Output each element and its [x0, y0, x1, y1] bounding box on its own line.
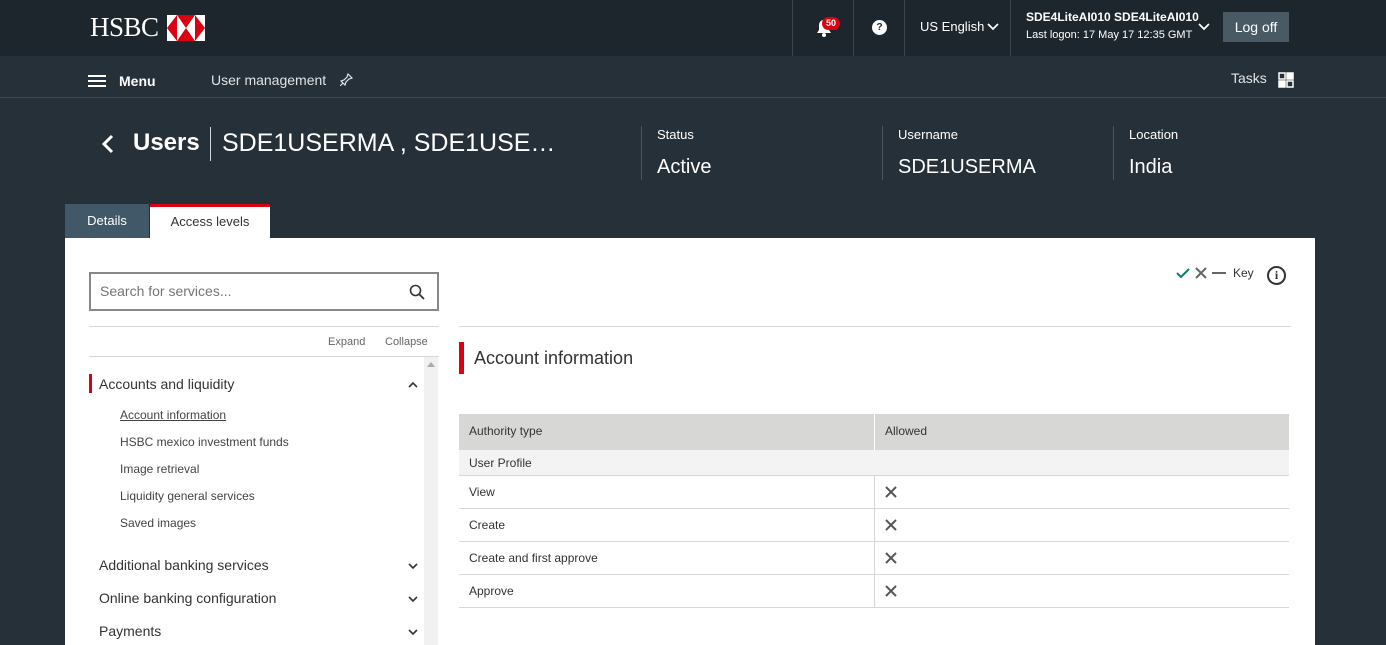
location-label: Location: [1129, 127, 1179, 142]
cell-divider: [874, 509, 875, 541]
topbar-divider: [792, 0, 793, 56]
cell-divider: [874, 575, 875, 607]
permission-key: Key: [1176, 266, 1254, 280]
current-page-label: User management: [211, 72, 327, 88]
tree-item-saved-images[interactable]: Saved images: [120, 516, 196, 530]
topbar-divider: [904, 0, 905, 56]
not-allowed-icon: [885, 519, 897, 531]
menu-label: Menu: [119, 73, 156, 89]
tree-category-accounts-and-liquidity[interactable]: Accounts and liquidity: [89, 374, 425, 396]
category-label: Online banking configuration: [99, 590, 277, 606]
menu-button[interactable]: Menu: [88, 72, 156, 90]
cross-icon: [1195, 267, 1207, 279]
tree-item-image-retrieval[interactable]: Image retrieval: [120, 462, 199, 476]
topbar-divider: [1010, 0, 1011, 56]
help-icon[interactable]: ?: [872, 20, 887, 35]
check-icon: [1176, 268, 1190, 279]
category-label: Additional banking services: [99, 557, 269, 573]
status-value: Active: [657, 156, 712, 178]
not-allowed-icon: [885, 585, 897, 597]
location-value: India: [1129, 156, 1173, 178]
table-row: Create and first approve: [459, 542, 1289, 575]
tree-scrollbar[interactable]: [424, 357, 438, 645]
chevron-up-icon[interactable]: [407, 379, 419, 391]
authority-type-cell: Create: [469, 518, 506, 532]
status-field: Status Active: [641, 126, 711, 180]
active-category-indicator: [89, 374, 92, 393]
last-logon: Last logon: 17 May 17 12:35 GMT: [1026, 29, 1193, 41]
chevron-down-icon[interactable]: [1197, 20, 1211, 34]
hsbc-logo[interactable]: HSBC: [90, 12, 205, 43]
authority-type-cell: Create and first approve: [469, 551, 598, 565]
top-bar: HSBC 50 ? US English SDE4LiteAI010 SDE4L…: [0, 0, 1386, 56]
tree-category-online-banking-configuration[interactable]: Online banking configuration: [89, 590, 425, 610]
notification-badge: 50: [822, 17, 841, 30]
topbar-divider: [853, 0, 854, 56]
access-levels-panel: Expand Collapse Accounts and liquidity A…: [65, 238, 1315, 645]
cell-divider: [874, 542, 875, 574]
table-row: View: [459, 476, 1289, 509]
section-indicator: [459, 342, 464, 374]
hsbc-hexagon-icon: [166, 14, 205, 41]
tasks-label[interactable]: Tasks: [1231, 70, 1267, 86]
username-label: Username: [898, 127, 958, 142]
chevron-down-icon[interactable]: [407, 593, 419, 605]
page-section-title[interactable]: Users: [133, 129, 200, 157]
not-allowed-icon: [885, 486, 897, 498]
category-label: Payments: [99, 623, 162, 639]
table-group-row: User Profile: [459, 450, 1289, 476]
category-label: Accounts and liquidity: [99, 376, 235, 392]
column-header-allowed: Allowed: [885, 424, 928, 438]
chevron-down-icon[interactable]: [407, 560, 419, 572]
service-search: [89, 272, 439, 311]
table-header: Authority type Allowed: [459, 414, 1289, 450]
expand-link[interactable]: Expand: [328, 336, 365, 348]
user-name[interactable]: SDE4LiteAI010 SDE4LiteAI010: [1026, 10, 1199, 24]
language-selector[interactable]: US English: [920, 19, 984, 34]
tree-category-additional-banking-services[interactable]: Additional banking services: [89, 557, 425, 577]
permissions-table: Authority type Allowed User Profile View…: [459, 414, 1289, 608]
tasks-icon[interactable]: [1278, 72, 1294, 88]
not-allowed-icon: [885, 552, 897, 564]
username-value: SDE1USERMA: [898, 156, 1036, 178]
header-divider: [210, 127, 211, 161]
cell-divider: [874, 476, 875, 508]
chevron-down-icon[interactable]: [407, 626, 419, 638]
tree-item-account-information[interactable]: Account information: [120, 408, 226, 422]
info-icon[interactable]: i: [1267, 266, 1286, 285]
brand-name: HSBC: [90, 12, 159, 42]
pin-icon[interactable]: [340, 73, 353, 86]
table-row: Create: [459, 509, 1289, 542]
tree-item-liquidity-general-services[interactable]: Liquidity general services: [120, 489, 255, 503]
search-input[interactable]: [100, 283, 390, 299]
key-label: Key: [1233, 266, 1254, 280]
tab-access-levels[interactable]: Access levels: [150, 204, 270, 238]
log-off-button[interactable]: Log off: [1223, 12, 1289, 42]
tree-item-hsbc-mexico-investment-funds[interactable]: HSBC mexico investment funds: [120, 435, 289, 449]
section-title: Account information: [474, 348, 634, 368]
secondary-nav: Menu User management Tasks: [0, 56, 1386, 98]
hamburger-icon: [88, 72, 106, 90]
header-divider: [874, 414, 875, 450]
authority-type-cell: Approve: [469, 584, 514, 598]
search-icon[interactable]: [409, 284, 425, 300]
section-divider: [459, 326, 1291, 327]
location-field: Location India: [1113, 126, 1178, 180]
scroll-up-arrow-icon[interactable]: [427, 362, 435, 367]
chevron-down-icon[interactable]: [986, 20, 1000, 34]
tree-category-payments[interactable]: Payments: [89, 623, 425, 643]
back-chevron-icon[interactable]: [100, 134, 116, 154]
dash-icon: [1212, 272, 1226, 274]
tab-details[interactable]: Details: [65, 204, 149, 238]
table-row: Approve: [459, 575, 1289, 608]
tree-controls: Expand Collapse: [89, 326, 439, 357]
authority-type-cell: View: [469, 485, 495, 499]
collapse-link[interactable]: Collapse: [385, 336, 428, 348]
column-header-authority-type: Authority type: [469, 424, 543, 438]
username-field: Username SDE1USERMA: [882, 126, 1036, 180]
status-label: Status: [657, 127, 694, 142]
record-name: SDE1USERMA , SDE1USE…: [222, 129, 556, 157]
group-label: User Profile: [469, 456, 532, 470]
